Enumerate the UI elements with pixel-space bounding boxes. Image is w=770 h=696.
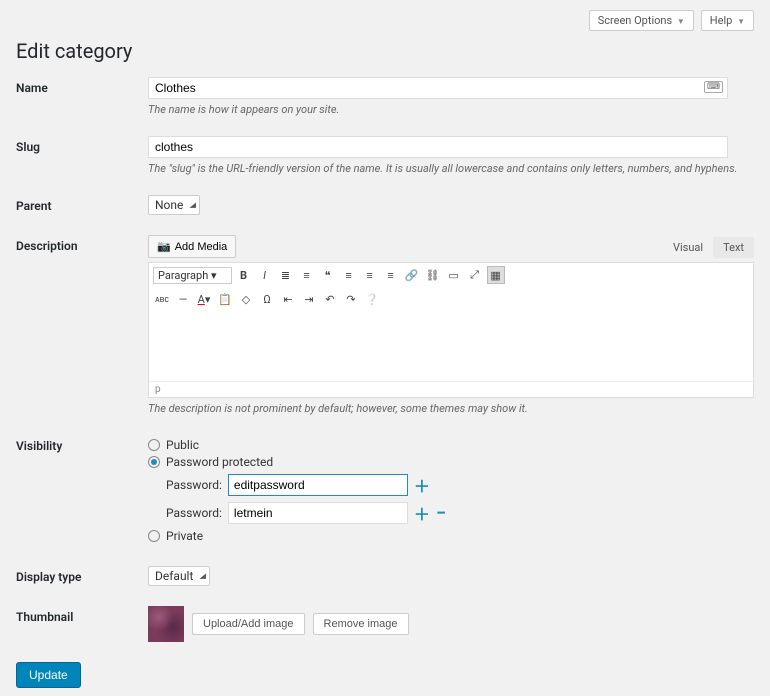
tab-visual[interactable]: Visual	[663, 237, 713, 258]
public-label: Public	[166, 438, 199, 452]
toolbar-toggle-button[interactable]: ▦	[487, 266, 505, 284]
radio-icon	[148, 530, 160, 542]
hr-button[interactable]: —	[174, 290, 192, 308]
visibility-password-protected[interactable]: Password protected	[148, 455, 754, 469]
description-textarea[interactable]	[149, 311, 753, 381]
name-label: Name	[16, 77, 148, 95]
private-label: Private	[166, 529, 203, 543]
editor-path: p	[149, 381, 753, 397]
chevron-down-icon: ▼	[737, 17, 745, 26]
redo-button[interactable]: ↷	[342, 290, 360, 308]
paste-button[interactable]: 📋	[216, 290, 234, 308]
description-label: Description	[16, 235, 148, 253]
textcolor-button[interactable]: A ▾	[195, 290, 213, 308]
page-title: Edit category	[16, 39, 754, 63]
password-input-1[interactable]	[228, 474, 408, 496]
update-button[interactable]: Update	[16, 662, 81, 688]
radio-icon	[148, 456, 160, 468]
parent-select[interactable]: None	[148, 195, 200, 215]
help-label: Help	[710, 14, 733, 27]
radio-icon	[148, 439, 160, 451]
add-media-button[interactable]: 📷 Add Media	[148, 235, 236, 258]
align-center-button[interactable]: ≡	[361, 266, 379, 284]
outdent-button[interactable]: ⇤	[279, 290, 297, 308]
keyboard-icon: ⌨	[704, 81, 723, 93]
align-left-button[interactable]: ≡	[340, 266, 358, 284]
visibility-label: Visibility	[16, 435, 148, 453]
undo-button[interactable]: ↶	[321, 290, 339, 308]
description-hint: The description is not prominent by defa…	[148, 402, 754, 415]
parent-label: Parent	[16, 195, 148, 213]
indent-button[interactable]: ⇥	[300, 290, 318, 308]
slug-input[interactable]	[148, 136, 728, 158]
format-select[interactable]: Paragraph ▾	[153, 267, 232, 284]
slug-hint: The "slug" is the URL-friendly version o…	[148, 162, 754, 175]
media-icon: 📷	[157, 240, 171, 253]
fullscreen-button[interactable]: ⤢	[466, 266, 484, 284]
add-password-button[interactable]: ＋	[414, 501, 430, 525]
tab-text[interactable]: Text	[713, 237, 754, 258]
add-media-label: Add Media	[175, 241, 228, 253]
screen-options-label: Screen Options	[598, 14, 672, 27]
password-protected-label: Password protected	[166, 455, 273, 469]
password-label-1: Password:	[166, 478, 222, 492]
chevron-down-icon: ▼	[677, 17, 685, 26]
bullet-list-button[interactable]: ≣	[277, 266, 295, 284]
number-list-button[interactable]: ≡	[298, 266, 316, 284]
italic-button[interactable]: I	[256, 266, 274, 284]
bold-button[interactable]: B	[235, 266, 253, 284]
name-hint: The name is how it appears on your site.	[148, 103, 754, 116]
display-type-label: Display type	[16, 566, 148, 584]
upload-image-button[interactable]: Upload/Add image	[192, 613, 305, 635]
description-editor: Paragraph ▾ B I ≣ ≡ ❝ ≡ ≡ ≡ 🔗 ⛓ ▭ ⤢ ▦ ᴀʙ…	[148, 262, 754, 398]
add-password-button[interactable]: ＋	[414, 473, 430, 497]
password-label-2: Password:	[166, 506, 222, 520]
password-input-2[interactable]	[228, 502, 408, 524]
remove-image-button[interactable]: Remove image	[313, 613, 409, 635]
blockquote-button[interactable]: ❝	[319, 266, 337, 284]
align-right-button[interactable]: ≡	[382, 266, 400, 284]
screen-options-button[interactable]: Screen Options ▼	[589, 10, 694, 31]
thumbnail-image	[148, 606, 184, 642]
slug-label: Slug	[16, 136, 148, 154]
strikethrough-button[interactable]: ᴀʙᴄ	[153, 290, 171, 308]
help-button[interactable]: Help ▼	[701, 10, 754, 31]
visibility-private[interactable]: Private	[148, 529, 754, 543]
clearformat-button[interactable]: ◇	[237, 290, 255, 308]
specialchar-button[interactable]: Ω	[258, 290, 276, 308]
display-type-select[interactable]: Default	[148, 566, 210, 586]
thumbnail-label: Thumbnail	[16, 606, 148, 624]
parent-select-value: None	[155, 198, 183, 212]
help-icon-button[interactable]: ❔	[363, 290, 381, 308]
link-button[interactable]: 🔗	[403, 266, 421, 284]
visibility-public[interactable]: Public	[148, 438, 754, 452]
unlink-button[interactable]: ⛓	[424, 266, 442, 284]
display-type-value: Default	[155, 569, 193, 583]
readmore-button[interactable]: ▭	[445, 266, 463, 284]
remove-password-button[interactable]: −	[436, 503, 446, 524]
name-input[interactable]	[148, 77, 728, 99]
